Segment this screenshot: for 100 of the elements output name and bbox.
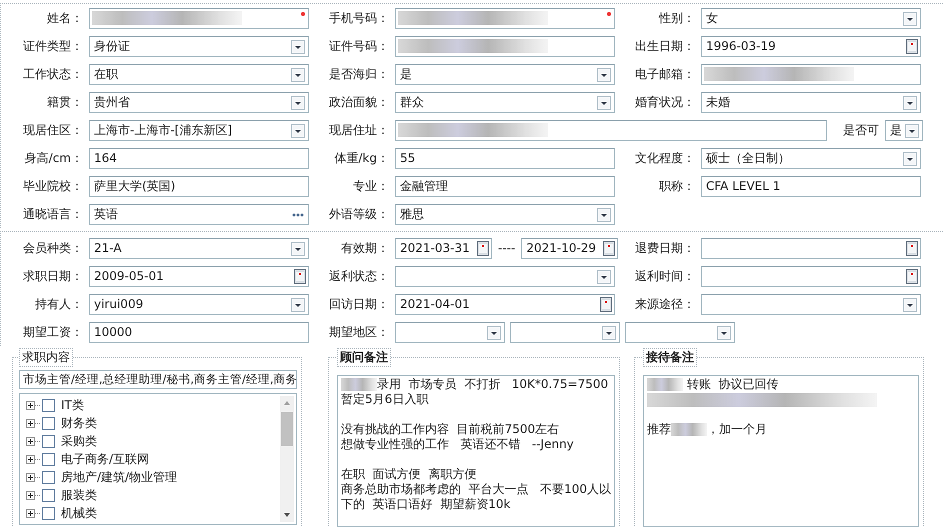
field-label: 是否可 <box>843 122 879 138</box>
panel-title: 求职内容 <box>19 348 73 367</box>
field-label: 求职日期： <box>22 268 83 284</box>
text-field[interactable]: CFA LEVEL 1 <box>701 176 921 196</box>
note-text: 推荐 <box>647 422 671 437</box>
checkbox[interactable] <box>42 416 55 430</box>
date-field[interactable] <box>701 238 921 258</box>
field-label: 退费日期： <box>634 240 695 256</box>
checkbox[interactable] <box>42 470 55 484</box>
dropdown-field[interactable]: 在职 <box>89 64 309 84</box>
range-separator: ---- <box>498 241 516 255</box>
checkbox[interactable] <box>42 434 55 448</box>
field-label: 持有人： <box>34 296 83 312</box>
dropdown-field[interactable]: 是 <box>395 64 615 84</box>
text-field[interactable] <box>395 36 615 56</box>
text-field[interactable] <box>701 64 921 84</box>
text-field[interactable]: 英语 <box>89 204 309 224</box>
text-field[interactable] <box>395 120 827 140</box>
dropdown-field[interactable]: 贵州省 <box>89 92 309 112</box>
tree-item-label[interactable]: 房地产/建筑/物业管理 <box>61 468 178 486</box>
tree-item-label[interactable]: 机械类 <box>61 504 97 522</box>
tree-item-label[interactable]: 采购类 <box>61 432 97 450</box>
blurred-text <box>671 423 707 436</box>
date-field[interactable]: 1996-03-19 <box>701 36 921 56</box>
date-field[interactable] <box>701 266 921 286</box>
dropdown-field[interactable]: yirui009 <box>89 294 309 314</box>
tree-item-label[interactable]: 电子商务/互联网 <box>61 450 150 468</box>
dropdown-field[interactable]: 是 <box>885 120 923 140</box>
tree-item-label[interactable]: IT类 <box>61 396 84 414</box>
dropdown-field[interactable] <box>395 266 615 286</box>
note-text: 暂定5月6日入职 <box>341 392 428 407</box>
field-label: 期望工资： <box>22 324 83 340</box>
ellipsis-icon[interactable] <box>292 212 304 216</box>
dropdown-field[interactable] <box>510 322 620 342</box>
note-text: 想做专业性强的工作 英语还不错 --Jenny <box>341 437 574 452</box>
dropdown-field[interactable]: 硕士（全日制） <box>701 148 921 168</box>
date-field[interactable]: 2021-03-31 <box>395 238 492 258</box>
text-field[interactable]: 金融管理 <box>395 176 615 196</box>
dropdown-field[interactable] <box>395 322 505 342</box>
calendar-icon[interactable] <box>294 268 306 284</box>
blurred-text <box>647 378 683 391</box>
expand-icon[interactable] <box>26 508 35 518</box>
dropdown-field[interactable]: 身份证 <box>89 36 309 56</box>
dropdown-field[interactable]: 未婚 <box>701 92 921 112</box>
scrollbar[interactable] <box>280 396 294 522</box>
tree-item-label[interactable]: 服装类 <box>61 486 97 504</box>
expand-icon[interactable] <box>26 472 35 482</box>
dropdown-field[interactable] <box>625 322 735 342</box>
expand-icon[interactable] <box>26 436 35 446</box>
expand-icon[interactable] <box>26 400 35 410</box>
calendar-icon[interactable] <box>600 296 612 312</box>
field-label: 毕业院校： <box>22 178 83 194</box>
calendar-icon[interactable] <box>906 240 918 256</box>
calendar-icon[interactable] <box>906 268 918 284</box>
text-field[interactable]: 市场主管/经理,总经理助理/秘书,商务主管/经理,商务 <box>19 370 297 389</box>
text-field[interactable]: 55 <box>395 148 615 168</box>
calendar-icon[interactable] <box>906 38 918 54</box>
expand-icon[interactable] <box>26 454 35 464</box>
expand-icon[interactable] <box>26 490 35 500</box>
expand-icon[interactable] <box>26 418 35 428</box>
field-label: 婚育状况： <box>634 94 695 110</box>
field-label: 性别： <box>658 10 695 26</box>
notes-textarea[interactable]: 录用 市场专员 不打折 10K*0.75=7500 暂定5月6日入职 没有挑战的工作内容 目前税前7500左右 想做专业性强的工作 英语还不错 --Jenny 在职 面试方便 离职方便 商务总助市场都考虑的 平台大一点 不要100人以下的 英语口语好 期望薪资10k <box>337 375 615 527</box>
field-label: 来源途径： <box>634 296 695 312</box>
field-label: 姓名： <box>46 10 83 26</box>
field-label: 身高/cm： <box>24 150 83 166</box>
field-label: 电子邮箱： <box>634 66 695 82</box>
field-label: 体重/kg： <box>333 150 389 166</box>
dropdown-field[interactable]: 女 <box>701 8 921 28</box>
field-label: 回访日期： <box>328 296 389 312</box>
field-label: 职称： <box>658 178 695 194</box>
text-field[interactable]: 164 <box>89 148 309 168</box>
text-field[interactable]: 萨里大学(英国) <box>89 176 309 196</box>
field-label: 返利状态： <box>328 268 389 284</box>
field-label: 文化程度： <box>634 150 695 166</box>
notes-textarea[interactable]: 转账 协议已回传 推荐 ，加一个月 <box>643 375 919 527</box>
text-field[interactable]: 10000 <box>89 322 309 342</box>
checkbox[interactable] <box>42 398 55 412</box>
calendar-icon[interactable] <box>477 240 489 256</box>
checkbox[interactable] <box>42 452 55 466</box>
date-field[interactable]: 2021-04-01 <box>395 294 615 314</box>
checkbox[interactable] <box>42 488 55 502</box>
note-text: 转账 协议已回传 <box>686 377 778 392</box>
field-label: 出生日期： <box>634 38 695 54</box>
note-text: 录用 市场专员 不打折 10K*0.75=7500 <box>377 377 608 392</box>
date-field[interactable]: 2021-10-29 <box>521 238 618 258</box>
checkbox[interactable] <box>42 506 55 520</box>
field-label: 是否海归： <box>328 66 389 82</box>
dropdown-field[interactable]: 群众 <box>395 92 615 112</box>
text-field[interactable] <box>395 8 615 28</box>
field-label: 手机号码： <box>328 10 389 26</box>
dropdown-field[interactable] <box>701 294 921 314</box>
date-field[interactable]: 2009-05-01 <box>89 266 309 286</box>
dropdown-field[interactable]: 雅思 <box>395 204 615 224</box>
field-label: 证件类型： <box>22 38 83 54</box>
text-field[interactable] <box>89 8 309 28</box>
tree-item-label[interactable]: 财务类 <box>61 414 97 432</box>
dropdown-field[interactable]: 21-A <box>89 238 309 258</box>
dropdown-field[interactable]: 上海市-上海市-[浦东新区] <box>89 120 309 140</box>
calendar-icon[interactable] <box>603 240 616 256</box>
